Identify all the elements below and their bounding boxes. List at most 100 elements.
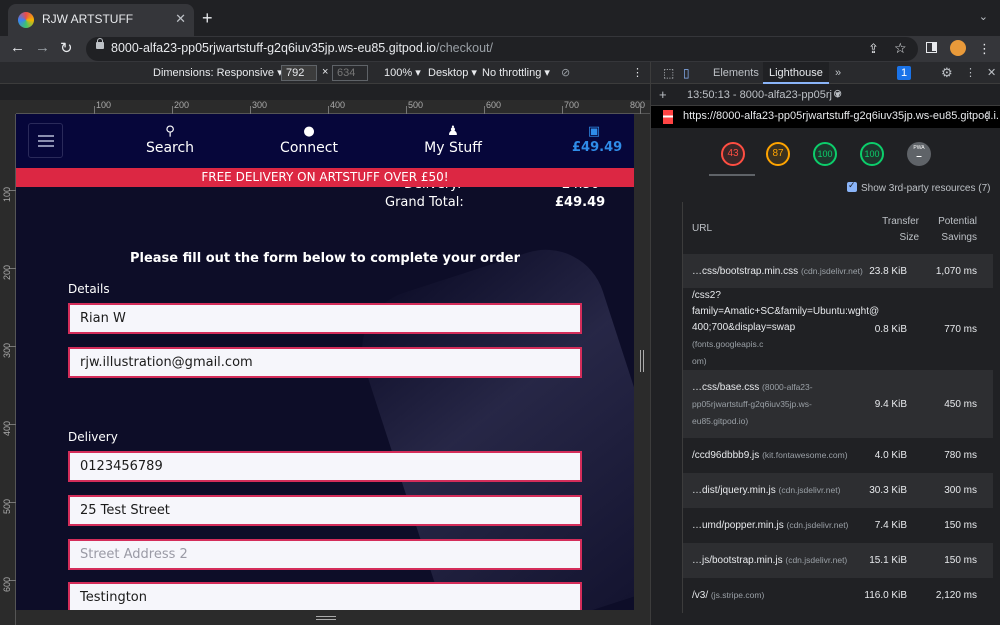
hamburger-menu-button[interactable]	[28, 123, 63, 158]
address-bar[interactable]: 8000-alfa23-pp05rjwartstuff-g2q6iuv35jp.…	[86, 37, 918, 61]
device-toolbar-icon[interactable]: ▯	[677, 62, 696, 84]
table-row[interactable]: /ccd96dbbb9.js (kit.fontawesome.com) 4.0…	[683, 438, 993, 473]
vertical-ruler: 100 200 300 400 500 600	[0, 114, 16, 625]
height-input[interactable]: 634	[332, 65, 368, 81]
nav-connect-button[interactable]: ● Connect	[264, 124, 354, 156]
street-address-1-field[interactable]: 25 Test Street	[68, 495, 582, 526]
table-row[interactable]: /v3/ (js.stripe.com) 116.0 KiB 2,120 ms	[683, 578, 993, 613]
dimensions-select[interactable]: Dimensions: Responsive ▾	[153, 66, 283, 79]
shopping-bag-icon: ▣	[587, 124, 601, 139]
device-toolbar-menu-icon[interactable]: ⋮	[632, 66, 643, 79]
street-address-2-field[interactable]: Street Address 2	[68, 539, 582, 570]
seo-score: 100	[864, 149, 880, 159]
column-header-transfer-size: Transfer Size	[882, 214, 919, 246]
table-row[interactable]: …css/base.css (8000-alfa23- pp05rjwartst…	[683, 370, 993, 438]
width-input[interactable]: 792	[281, 65, 317, 81]
table-row[interactable]: …js/bootstrap.min.js (cdn.jsdelivr.net) …	[683, 543, 993, 578]
ruler-label: 800	[630, 100, 646, 110]
report-url: https://8000-alfa23-pp05rjwartstuff-g2q6…	[683, 110, 1000, 122]
resource-url: /ccd96dbbb9.js	[692, 450, 760, 461]
table-row[interactable]: …dist/jquery.min.js (cdn.jsdelivr.net) 3…	[683, 473, 993, 508]
new-tab-button[interactable]: +	[202, 8, 213, 28]
new-report-plus-icon[interactable]: +	[659, 87, 667, 102]
resize-handle-right[interactable]	[640, 350, 644, 372]
ruler-corner	[0, 100, 16, 114]
resource-url: /css2? family=Amatic+SC&family=Ubuntu:wg…	[692, 290, 880, 333]
resource-host: (kit.fontawesome.com)	[762, 450, 848, 460]
accessibility-score-gauge[interactable]: 87	[766, 142, 790, 166]
header-line: Potential	[938, 216, 977, 227]
throttling-select[interactable]: No throttling ▾	[482, 66, 550, 79]
reload-icon[interactable]: ↻	[60, 39, 73, 57]
tab-search-chevron-icon[interactable]: ⌄	[979, 10, 988, 23]
resource-host: (cdn.jsdelivr.net)	[785, 555, 848, 565]
potential-savings: 1,070 ms	[935, 265, 977, 277]
table-row[interactable]: …umd/popper.min.js (cdn.jsdelivr.net) 7.…	[683, 508, 993, 543]
browser-tab[interactable]: RJW ARTSTUFF ✕	[8, 4, 194, 36]
nav-connect-label: Connect	[280, 140, 338, 156]
forward-arrow-icon[interactable]: →	[35, 39, 50, 56]
nav-search-button[interactable]: ⚲ Search	[125, 124, 215, 156]
lighthouse-toolbar: + 13:50:13 - 8000-alfa23-pp05rj ▾ ⊘	[651, 84, 1000, 106]
dimension-separator: ×	[322, 66, 329, 78]
browser-menu-icon[interactable]: ⋮	[978, 41, 991, 57]
resize-handle-bottom[interactable]	[316, 616, 336, 620]
close-devtools-icon[interactable]: ✕	[981, 62, 1000, 84]
tab-close-icon[interactable]: ✕	[175, 11, 186, 27]
page-viewport: Delivery: £4.50 Grand Total: £49.49 ⚲ Se…	[16, 114, 634, 610]
town-field[interactable]: Testington	[68, 582, 582, 610]
third-party-label: Show 3rd-party resources (7)	[861, 183, 991, 194]
third-party-toggle[interactable]: Show 3rd-party resources (7)	[847, 180, 991, 194]
full-name-field[interactable]: Rian W	[68, 303, 582, 334]
profile-avatar[interactable]	[950, 40, 966, 56]
sidebar-icon[interactable]	[926, 42, 937, 53]
transfer-size: 116.0 KiB	[864, 590, 907, 601]
settings-gear-icon[interactable]: ⚙	[935, 62, 959, 84]
pwa-badge[interactable]: PWA –	[907, 142, 931, 166]
tab-elements[interactable]: Elements	[707, 62, 765, 84]
resource-url: …dist/jquery.min.js	[692, 485, 776, 496]
share-icon[interactable]: ⇪	[868, 41, 879, 57]
tab-lighthouse[interactable]: Lighthouse	[763, 62, 829, 84]
accessibility-score: 87	[772, 148, 784, 159]
best-practices-score-gauge[interactable]: 100	[813, 142, 837, 166]
table-row[interactable]: /css2? family=Amatic+SC&family=Ubuntu:wg…	[683, 288, 993, 370]
table-row[interactable]: …css/bootstrap.min.css (cdn.jsdelivr.net…	[683, 254, 993, 288]
more-tabs-icon[interactable]: »	[829, 62, 847, 84]
potential-savings: 450 ms	[944, 398, 977, 410]
ruler-label: 600	[2, 576, 12, 592]
bookmark-star-icon[interactable]: ☆	[894, 40, 907, 57]
basket-button[interactable]: ▣ £49.49	[572, 124, 622, 155]
lock-icon[interactable]	[96, 38, 104, 49]
url-text: 8000-alfa23-pp05rjwartstuff-g2q6iuv35jp.…	[111, 41, 493, 55]
third-party-checkbox[interactable]	[847, 180, 857, 192]
performance-score-gauge[interactable]: 43	[721, 142, 745, 166]
zoom-select[interactable]: 100% ▾	[384, 66, 421, 79]
lighthouse-report-url-bar: https://8000-alfa23-pp05rjwartstuff-g2q6…	[651, 106, 1000, 128]
phone-number-field[interactable]: 0123456789	[68, 451, 582, 482]
transfer-size: 4.0 KiB	[874, 450, 907, 461]
form-intro-heading: Please fill out the form below to comple…	[129, 251, 521, 266]
column-header-potential-savings: Potential Savings	[938, 214, 977, 246]
search-icon: ⚲	[165, 124, 175, 139]
device-type-select[interactable]: Desktop ▾	[428, 66, 477, 79]
back-arrow-icon[interactable]: ←	[10, 39, 25, 56]
transfer-size: 7.4 KiB	[874, 520, 907, 531]
email-field[interactable]: rjw.illustration@gmail.com	[68, 347, 582, 378]
transfer-size: 0.8 KiB	[874, 323, 907, 335]
rotate-icon[interactable]: ⊘	[561, 66, 570, 79]
clear-report-icon[interactable]: ⊘	[833, 87, 842, 100]
devtools-panel: ⬚ ▯ Elements Lighthouse » 1 ⚙ ⋮ ✕ + 13:5…	[650, 62, 1000, 625]
issues-badge[interactable]: 1	[897, 66, 912, 80]
url-path: /checkout/	[435, 41, 493, 55]
resource-url: …js/bootstrap.min.js	[692, 555, 783, 566]
ruler-label: 200	[2, 264, 12, 280]
basket-total: £49.49	[572, 140, 623, 155]
seo-score-gauge[interactable]: 100	[860, 142, 884, 166]
transfer-size: 9.4 KiB	[874, 398, 907, 410]
report-selector[interactable]: 13:50:13 - 8000-alfa23-pp05rj ▾	[687, 88, 841, 101]
browser-tab-strip: RJW ARTSTUFF ✕ + ⌄	[0, 0, 1000, 36]
nav-my-stuff-button[interactable]: ♟ My Stuff	[408, 124, 498, 156]
devtools-menu-icon[interactable]: ⋮	[959, 62, 982, 84]
report-menu-icon[interactable]: ⋮	[981, 109, 993, 123]
